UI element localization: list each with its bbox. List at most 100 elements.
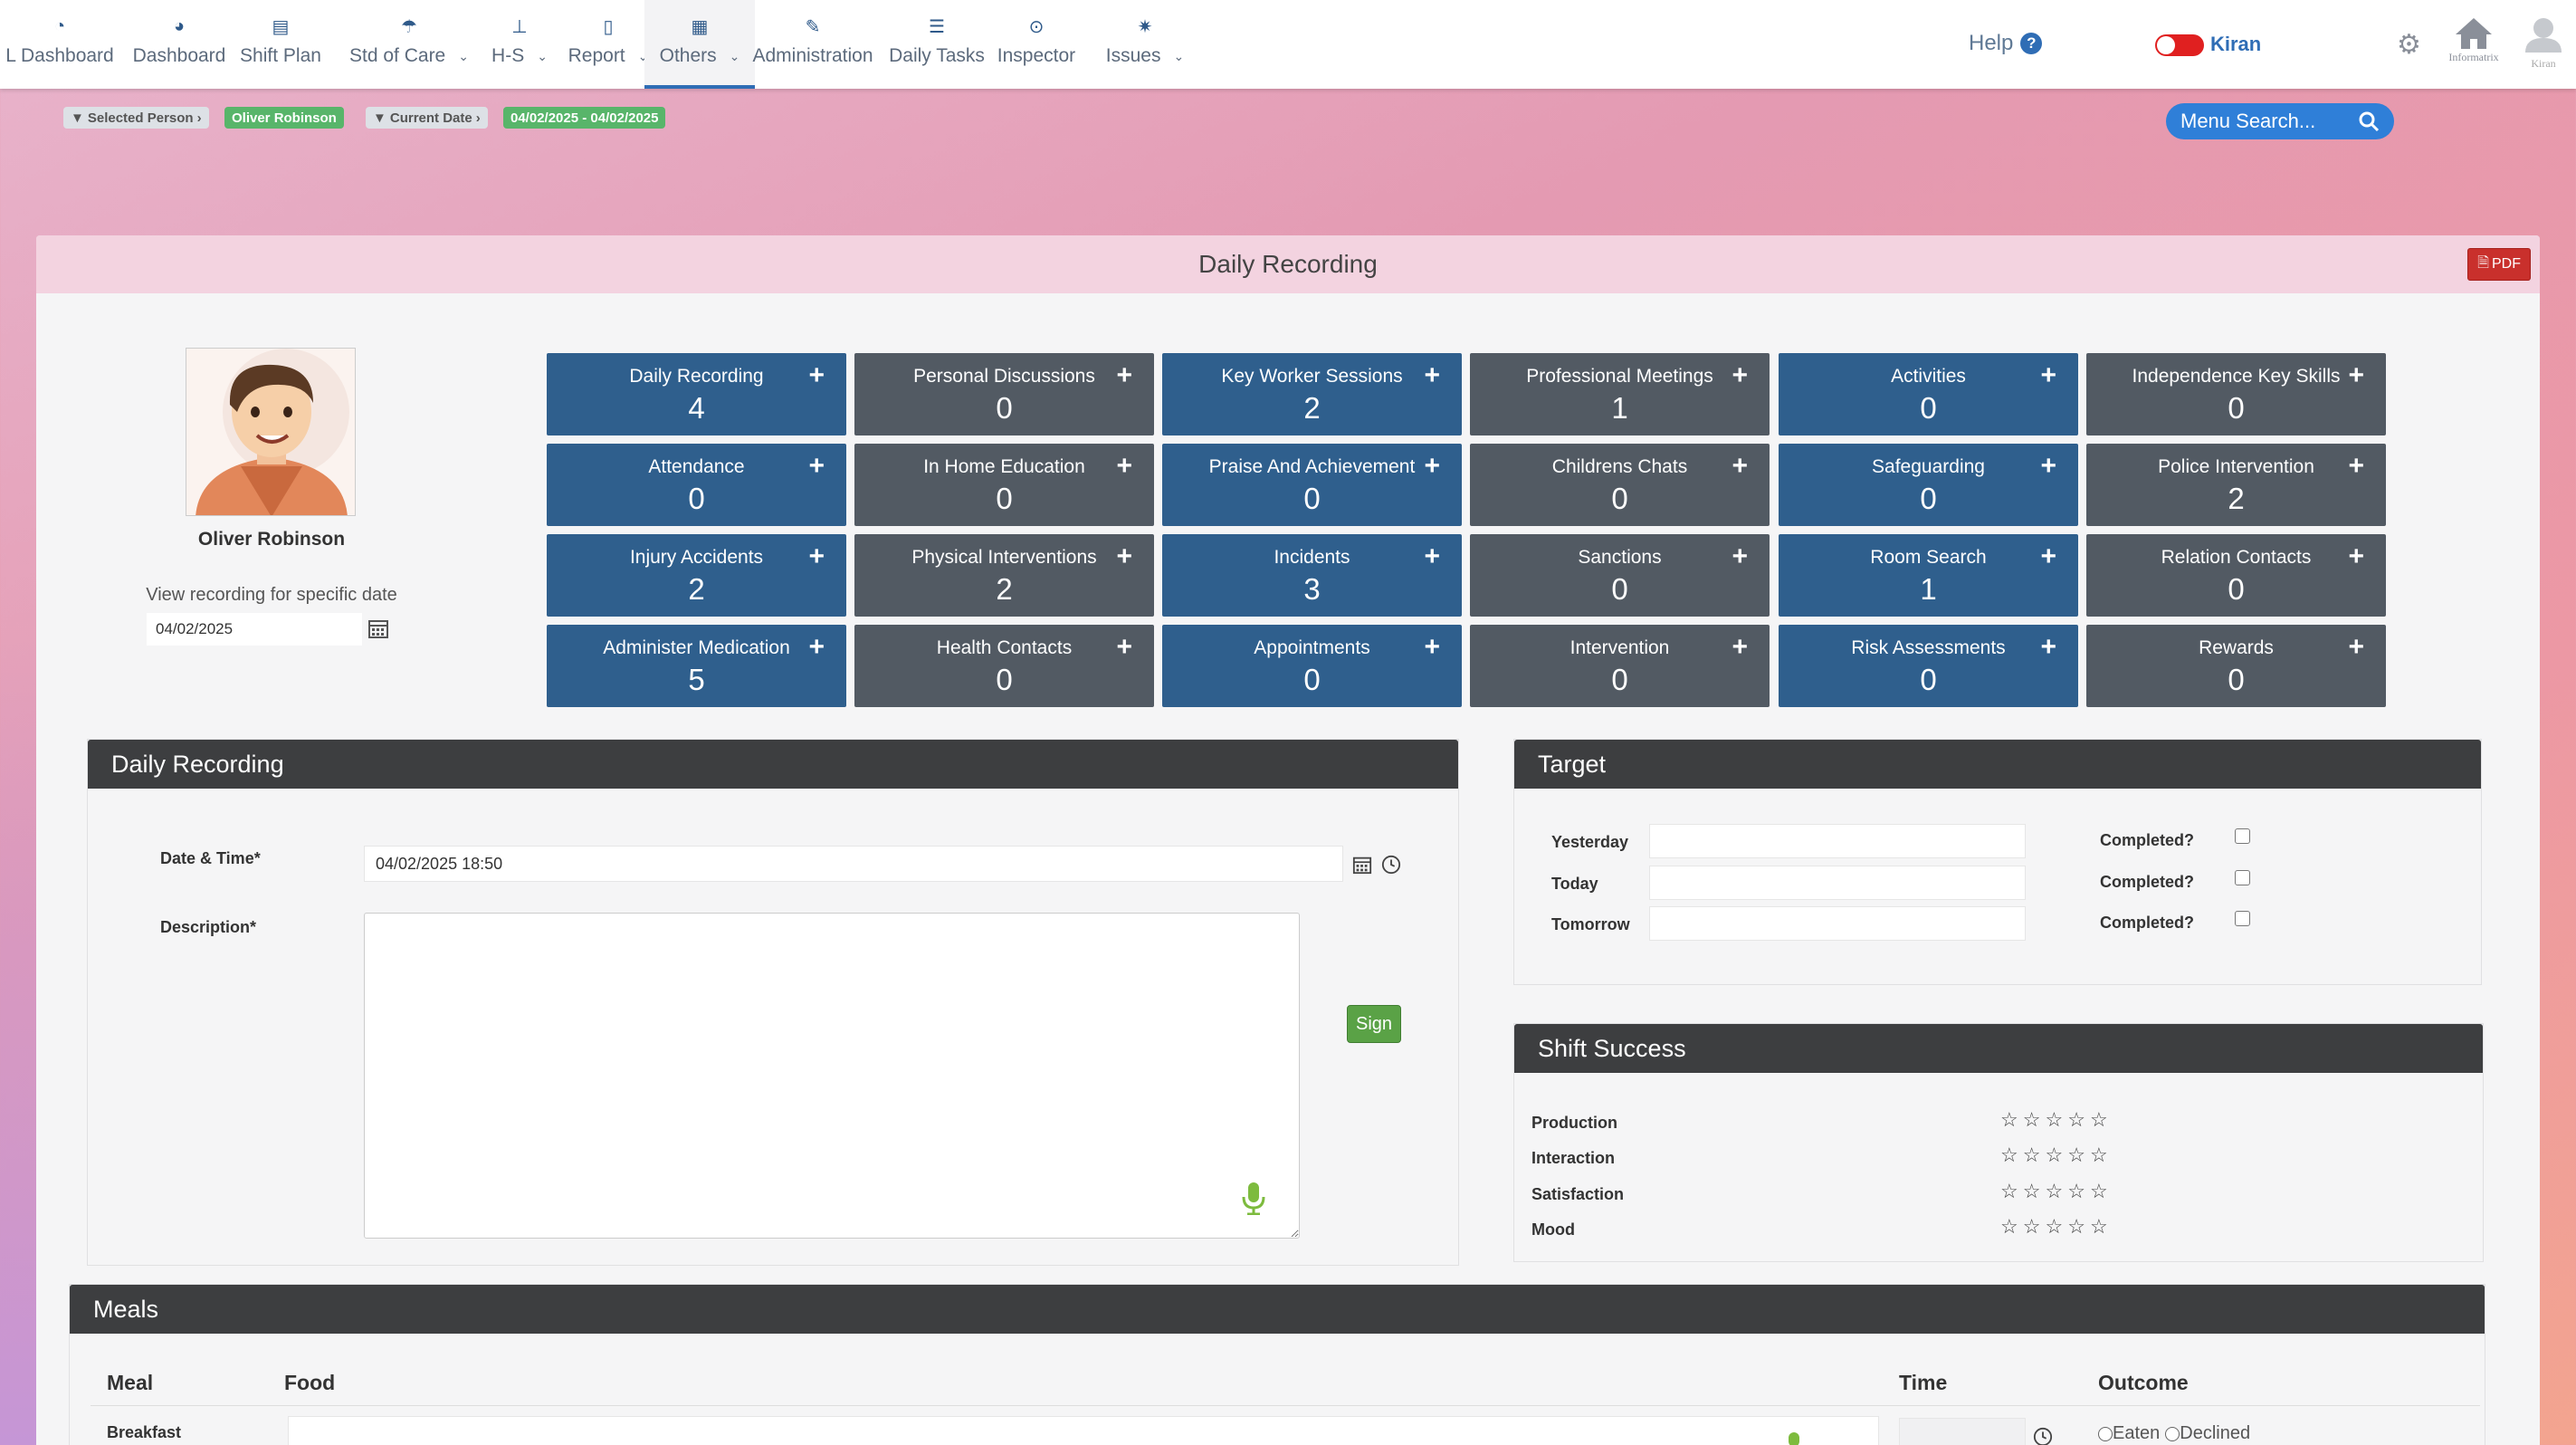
- current-date-filter[interactable]: ▼ Current Date ›: [366, 107, 488, 129]
- clock-icon[interactable]: [2033, 1427, 2053, 1445]
- star-icon[interactable]: ☆: [2045, 1215, 2063, 1239]
- star-icon[interactable]: ☆: [2023, 1180, 2041, 1203]
- tile-injury-accidents[interactable]: Injury Accidents 2 +: [547, 534, 846, 617]
- tile-safeguarding[interactable]: Safeguarding 0 +: [1779, 444, 2078, 526]
- tile-relation-contacts[interactable]: Relation Contacts 0 +: [2086, 534, 2386, 617]
- plus-icon[interactable]: +: [1732, 360, 1748, 391]
- plus-icon[interactable]: +: [1732, 632, 1748, 663]
- eaten-radio[interactable]: [2098, 1426, 2113, 1441]
- nav-item-dashboard[interactable]: ◕ Dashboard: [129, 0, 230, 89]
- tile-professional-meetings[interactable]: Professional Meetings 1 +: [1470, 353, 1770, 435]
- tile-in-home-education[interactable]: In Home Education 0 +: [854, 444, 1154, 526]
- tile-room-search[interactable]: Room Search 1 +: [1779, 534, 2078, 617]
- target-input[interactable]: [1649, 866, 2026, 900]
- plus-icon[interactable]: +: [2040, 632, 2056, 663]
- plus-icon[interactable]: +: [2040, 360, 2056, 391]
- declined-radio[interactable]: [2165, 1426, 2180, 1441]
- plus-icon[interactable]: +: [1116, 632, 1132, 663]
- tile-praise-and-achievement[interactable]: Praise And Achievement 0 +: [1162, 444, 1462, 526]
- home-button[interactable]: Informatrix: [2444, 16, 2504, 64]
- plus-icon[interactable]: +: [2348, 451, 2364, 482]
- plus-icon[interactable]: +: [808, 451, 825, 482]
- nav-item-issues[interactable]: ✷ Issues ⌄: [1090, 0, 1200, 89]
- star-icon[interactable]: ☆: [2090, 1144, 2108, 1167]
- tile-independence-key-skills[interactable]: Independence Key Skills 0 +: [2086, 353, 2386, 435]
- star-icon[interactable]: ☆: [2067, 1180, 2085, 1203]
- completed-checkbox[interactable]: [2235, 828, 2250, 844]
- plus-icon[interactable]: +: [1116, 541, 1132, 572]
- plus-icon[interactable]: +: [2348, 360, 2364, 391]
- calendar-icon[interactable]: [367, 617, 389, 639]
- search-icon[interactable]: [2358, 110, 2380, 132]
- current-date-value[interactable]: 04/02/2025 - 04/02/2025: [503, 107, 666, 129]
- datetime-input[interactable]: 04/02/2025 18:50: [364, 846, 1343, 882]
- sign-button[interactable]: Sign: [1347, 1005, 1401, 1043]
- completed-checkbox[interactable]: [2235, 911, 2250, 926]
- star-icon[interactable]: ☆: [2045, 1180, 2063, 1203]
- plus-icon[interactable]: +: [2040, 451, 2056, 482]
- nav-item-l-dashboard[interactable]: ◔ L Dashboard: [5, 0, 114, 89]
- plus-icon[interactable]: +: [1732, 541, 1748, 572]
- tile-activities[interactable]: Activities 0 +: [1779, 353, 2078, 435]
- plus-icon[interactable]: +: [1424, 451, 1440, 482]
- tile-intervention[interactable]: Intervention 0 +: [1470, 625, 1770, 707]
- plus-icon[interactable]: +: [1732, 451, 1748, 482]
- tile-appointments[interactable]: Appointments 0 +: [1162, 625, 1462, 707]
- nav-item-std-of-care[interactable]: ☂ Std of Care ⌄: [333, 0, 485, 89]
- star-icon[interactable]: ☆: [2000, 1180, 2018, 1203]
- tile-physical-interventions[interactable]: Physical Interventions 2 +: [854, 534, 1154, 617]
- help-link[interactable]: Help ?: [1969, 31, 2043, 56]
- star-icon[interactable]: ☆: [2090, 1215, 2108, 1239]
- star-icon[interactable]: ☆: [2067, 1144, 2085, 1167]
- selected-person-value[interactable]: Oliver Robinson: [224, 107, 344, 129]
- menu-search-input[interactable]: Menu Search...: [2166, 103, 2394, 139]
- completed-checkbox[interactable]: [2235, 870, 2250, 885]
- tile-personal-discussions[interactable]: Personal Discussions 0 +: [854, 353, 1154, 435]
- gear-icon[interactable]: ⚙: [2397, 29, 2421, 61]
- plus-icon[interactable]: +: [1116, 360, 1132, 391]
- tile-health-contacts[interactable]: Health Contacts 0 +: [854, 625, 1154, 707]
- star-icon[interactable]: ☆: [2000, 1108, 2018, 1132]
- specific-date-input[interactable]: [147, 613, 362, 646]
- tile-sanctions[interactable]: Sanctions 0 +: [1470, 534, 1770, 617]
- plus-icon[interactable]: +: [2348, 541, 2364, 572]
- nav-item-inspector[interactable]: ⊙ Inspector: [996, 0, 1077, 89]
- tile-childrens-chats[interactable]: Childrens Chats 0 +: [1470, 444, 1770, 526]
- star-icon[interactable]: ☆: [2090, 1108, 2108, 1132]
- plus-icon[interactable]: +: [1424, 632, 1440, 663]
- star-icon[interactable]: ☆: [2067, 1215, 2085, 1239]
- star-icon[interactable]: ☆: [2045, 1144, 2063, 1167]
- tile-risk-assessments[interactable]: Risk Assessments 0 +: [1779, 625, 2078, 707]
- microphone-icon[interactable]: [1242, 1182, 1265, 1215]
- clock-icon[interactable]: [1381, 855, 1401, 875]
- nav-item-others[interactable]: ▦ Others ⌄: [644, 0, 755, 89]
- microphone-icon[interactable]: [1789, 1432, 1799, 1445]
- plus-icon[interactable]: +: [1116, 451, 1132, 482]
- star-icon[interactable]: ☆: [2000, 1215, 2018, 1239]
- selected-person-filter[interactable]: ▼ Selected Person ›: [63, 107, 209, 129]
- nav-item-shift-plan[interactable]: ▤ Shift Plan: [237, 0, 324, 89]
- plus-icon[interactable]: +: [2040, 541, 2056, 572]
- tile-incidents[interactable]: Incidents 3 +: [1162, 534, 1462, 617]
- plus-icon[interactable]: +: [808, 360, 825, 391]
- pdf-button[interactable]: 🗎 PDF: [2467, 248, 2531, 281]
- user-toggle[interactable]: [2155, 34, 2204, 56]
- nav-item-daily-tasks[interactable]: ☰ Daily Tasks: [887, 0, 987, 89]
- user-name[interactable]: Kiran: [2210, 33, 2261, 56]
- star-icon[interactable]: ☆: [2067, 1108, 2085, 1132]
- plus-icon[interactable]: +: [808, 541, 825, 572]
- food-input[interactable]: [288, 1416, 1879, 1445]
- star-icon[interactable]: ☆: [2023, 1215, 2041, 1239]
- tile-rewards[interactable]: Rewards 0 +: [2086, 625, 2386, 707]
- star-icon[interactable]: ☆: [2000, 1144, 2018, 1167]
- tile-daily-recording[interactable]: Daily Recording 4 +: [547, 353, 846, 435]
- tile-police-intervention[interactable]: Police Intervention 2 +: [2086, 444, 2386, 526]
- star-icon[interactable]: ☆: [2023, 1108, 2041, 1132]
- target-input[interactable]: [1649, 824, 2026, 858]
- description-textarea[interactable]: [364, 913, 1300, 1239]
- plus-icon[interactable]: +: [2348, 632, 2364, 663]
- plus-icon[interactable]: +: [1424, 541, 1440, 572]
- tile-administer-medication[interactable]: Administer Medication 5 +: [547, 625, 846, 707]
- tile-attendance[interactable]: Attendance 0 +: [547, 444, 846, 526]
- star-icon[interactable]: ☆: [2023, 1144, 2041, 1167]
